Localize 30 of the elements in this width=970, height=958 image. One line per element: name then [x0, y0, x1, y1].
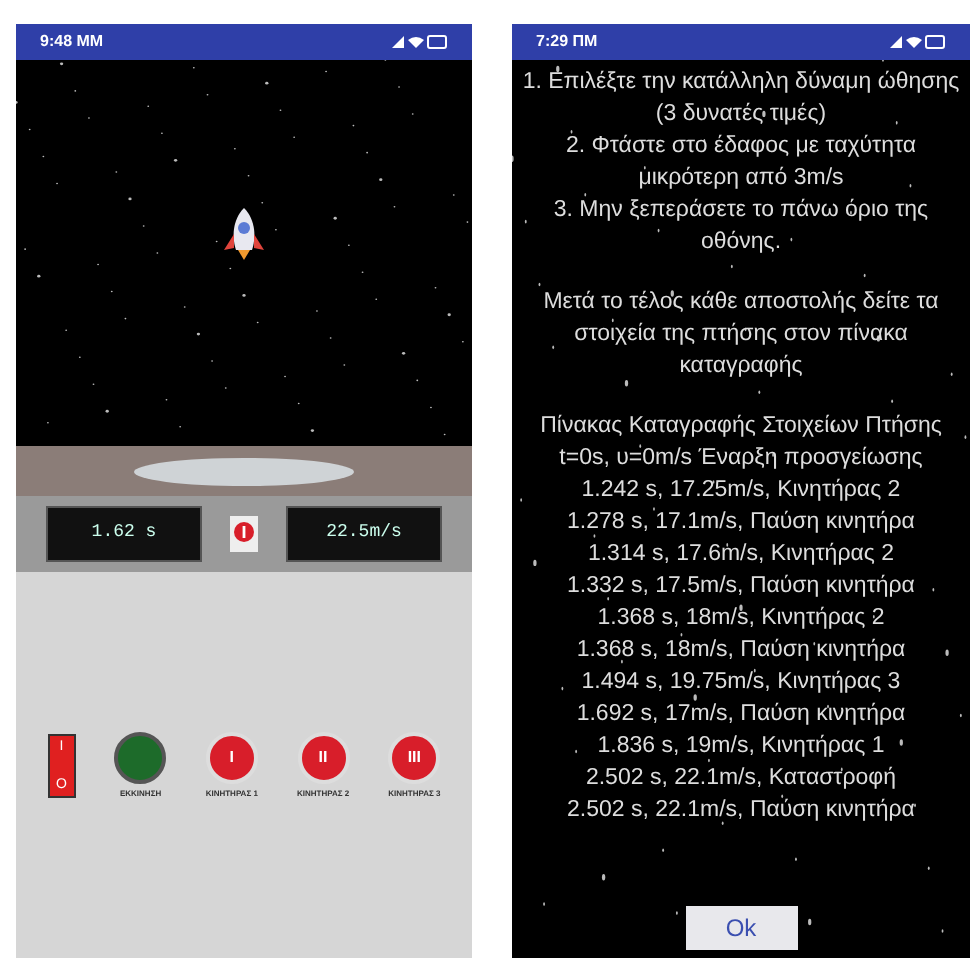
- note-text: Μετά το τέλος κάθε αποστολής δείτε τα στοιχεία της πτήσης στον πίνακα καταγραφής: [541, 288, 941, 382]
- log-entry: 1.836 s, 19m/s, Κινητήρας 1: [597, 732, 885, 762]
- info-icon: [230, 516, 258, 552]
- signal-wifi-battery-icon: [890, 34, 946, 50]
- instruction-text: 3. Μην ξεπεράσετε το πάνω όριο της οθόνης.: [551, 196, 931, 258]
- log-entry: 1.314 s, 17.6m/s, Κινητήρας 2: [587, 540, 895, 570]
- log-entry: 1.368 s, 18m/s, Κινητήρας 2: [597, 604, 885, 634]
- log-title: Πίνακας Καταγραφής Στοιχείων Πτήσης: [538, 412, 944, 442]
- start-button[interactable]: [114, 731, 167, 783]
- status-time: 9:48 MM: [40, 30, 104, 54]
- time-display: 1.62 s: [46, 506, 202, 562]
- signal-wifi-battery-icon: [392, 34, 448, 50]
- instruction-text: 2. Φτάστε στο έδαφος με ταχύτητα μικρότερη από 3m/s: [563, 132, 919, 194]
- rocket-icon: [222, 205, 266, 261]
- ok-button[interactable]: Ok: [685, 906, 797, 950]
- log-entry: 1.692 s, 17m/s, Παύση κινητήρα: [576, 700, 906, 730]
- log-entry: 1.278 s, 17.1m/s, Παύση κινητήρα: [567, 508, 915, 538]
- instruction-text: 1. Επιλέξτε την κατάλληλη δύναμη ώθησης (3 δυνατές τιμές): [520, 68, 962, 130]
- log-entry: 1.368 s, 18m/s, Παύση κινητήρα: [576, 636, 906, 666]
- log-entry: t=0s, υ=0m/s Έναρξη προσγείωσης: [559, 444, 923, 474]
- log-entry: 2.502 s, 22.1m/s, Καταστροφή: [585, 764, 897, 794]
- speed-display: 22.5m/s: [286, 506, 442, 562]
- log-entry: 1.242 s, 17.25m/s, Κινητήρας 2: [581, 476, 901, 506]
- log-entry: 1.332 s, 17.5m/s, Παύση κινητήρα: [567, 572, 915, 602]
- engine-button[interactable]: III: [388, 731, 441, 783]
- log-entry: 1.494 s, 19.75m/s, Κινητήρας 3: [581, 668, 901, 698]
- engine-button[interactable]: II: [297, 731, 350, 783]
- status-time: 7:29 ΠΜ: [536, 30, 598, 54]
- engine-button[interactable]: I: [205, 731, 258, 783]
- log-entry: 2.502 s, 22.1m/s, Παύση κινητήρα: [567, 796, 915, 826]
